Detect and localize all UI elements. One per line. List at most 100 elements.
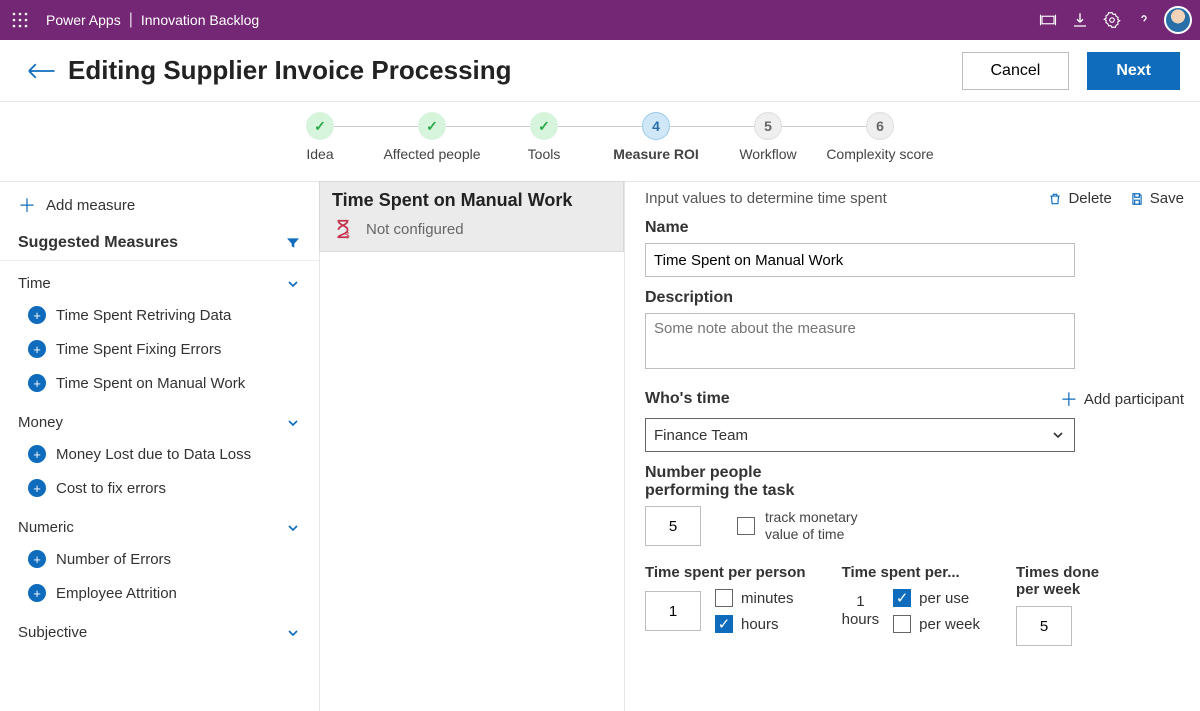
measure-item[interactable]: +Time Spent Fixing Errors [0,332,319,366]
delete-button[interactable]: Delete [1048,190,1111,207]
hours-label: hours [741,616,779,633]
download-icon[interactable] [1064,0,1096,40]
step-check-icon [418,112,446,140]
category-subjective[interactable]: Subjective [0,610,319,647]
per-week-checkbox[interactable] [893,615,911,633]
step-label: Complexity score [826,146,933,163]
measure-label: Number of Errors [56,551,171,568]
top-bar: Power Apps | Innovation Backlog [0,0,1200,40]
brand-divider: | [129,11,133,29]
time-per-person-input[interactable] [645,591,701,631]
selected-measures-panel: Time Spent on Manual Work $ Not configur… [320,182,625,711]
back-button[interactable] [20,50,62,92]
step-number: 6 [866,112,894,140]
step-label: Affected people [383,146,480,163]
description-input[interactable] [645,313,1075,369]
hourglass-dollar-icon: $ [332,217,354,241]
step-measure-roi[interactable]: 4 Measure ROI [600,112,712,163]
step-tools[interactable]: Tools [488,112,600,163]
minutes-label: minutes [741,590,794,607]
next-button[interactable]: Next [1087,52,1180,90]
measure-detail-form: Input values to determine time spent Del… [625,182,1200,711]
brand-label[interactable]: Power Apps [46,12,121,28]
chevron-down-icon [285,415,301,431]
name-input[interactable] [645,243,1075,277]
hours-checkbox[interactable]: ✓ [715,615,733,633]
filter-icon[interactable] [285,235,301,251]
step-complexity[interactable]: 6 Complexity score [824,112,936,163]
plus-icon: ＋ [1060,386,1078,412]
cancel-button[interactable]: Cancel [962,52,1070,90]
category-label: Subjective [18,624,87,641]
app-name-label[interactable]: Innovation Backlog [141,12,259,28]
track-monetary-checkbox[interactable] [737,517,755,535]
save-label: Save [1150,190,1184,207]
page-title: Editing Supplier Invoice Processing [68,55,512,86]
detail-hint: Input values to determine time spent [645,190,887,207]
chevron-down-icon [285,276,301,292]
save-button[interactable]: Save [1130,190,1184,207]
name-label: Name [645,219,1184,237]
add-icon: + [28,550,46,568]
whos-time-select[interactable]: Finance Team [645,418,1075,452]
category-money[interactable]: Money [0,400,319,437]
measure-item[interactable]: + Time Spent Retriving Data [0,298,319,332]
times-done-label: Times done per week [1016,564,1116,598]
category-label: Numeric [18,519,74,536]
step-label: Idea [306,146,333,163]
chevron-down-icon [1050,427,1066,443]
delete-label: Delete [1068,190,1111,207]
measure-item[interactable]: + Money Lost due to Data Loss [0,437,319,471]
suggested-title: Suggested Measures [18,234,178,252]
category-numeric[interactable]: Numeric [0,505,319,542]
help-icon[interactable] [1128,0,1160,40]
add-icon: + [28,306,46,324]
time-spent-per-group: Time spent per... 1 hours ✓per use per w… [842,564,980,633]
step-check-icon [306,112,334,140]
selected-measure-card[interactable]: Time Spent on Manual Work $ Not configur… [319,181,624,252]
time-spent-per-label: Time spent per... [842,564,980,581]
step-label: Workflow [739,146,796,163]
wizard-stepper: Idea Affected people Tools 4 Measure ROI… [0,102,1200,182]
main-content: ＋ Add measure Suggested Measures Time +T… [0,182,1200,711]
step-workflow[interactable]: 5 Workflow [712,112,824,163]
suggested-measures-header: Suggested Measures [0,228,319,261]
add-measure-button[interactable]: ＋ Add measure [0,182,319,228]
measure-status: Not configured [366,221,464,238]
time-spent-per-value: 1 hours [842,593,880,629]
chevron-down-icon [285,520,301,536]
step-check-icon [530,112,558,140]
app-launcher-icon[interactable] [8,8,32,32]
category-time[interactable]: Time [0,261,319,298]
measures-sidebar: ＋ Add measure Suggested Measures Time +T… [0,182,320,711]
measure-item[interactable]: +Cost to fix errors [0,471,319,505]
measure-label: Time Spent Retriving Data [56,307,231,324]
minutes-checkbox[interactable] [715,589,733,607]
step-label: Tools [528,146,561,163]
time-per-person-group: Time spent per person minutes ✓hours [645,564,806,633]
plus-icon: ＋ [18,192,36,218]
add-icon: + [28,584,46,602]
add-icon: + [28,445,46,463]
track-monetary-label: track monetary value of time [765,509,875,543]
measure-label: Time Spent on Manual Work [56,375,245,392]
measure-item[interactable]: + Number of Errors [0,542,319,576]
measure-label: Employee Attrition [56,585,177,602]
step-idea[interactable]: Idea [264,112,376,163]
fit-icon[interactable] [1032,0,1064,40]
trash-icon [1048,191,1062,207]
page-header: Editing Supplier Invoice Processing Canc… [0,40,1200,102]
user-avatar[interactable] [1164,6,1192,34]
step-affected-people[interactable]: Affected people [376,112,488,163]
add-participant-button[interactable]: ＋ Add participant [1060,386,1184,412]
measure-item[interactable]: +Time Spent on Manual Work [0,366,319,400]
num-people-input[interactable] [645,506,701,546]
times-done-group: Times done per week [1016,564,1116,646]
settings-icon[interactable] [1096,0,1128,40]
measure-item[interactable]: + Employee Attrition [0,576,319,610]
measure-label: Money Lost due to Data Loss [56,446,251,463]
select-value: Finance Team [654,427,748,444]
per-use-checkbox[interactable]: ✓ [893,589,911,607]
add-icon: + [28,479,46,497]
times-done-input[interactable] [1016,606,1072,646]
